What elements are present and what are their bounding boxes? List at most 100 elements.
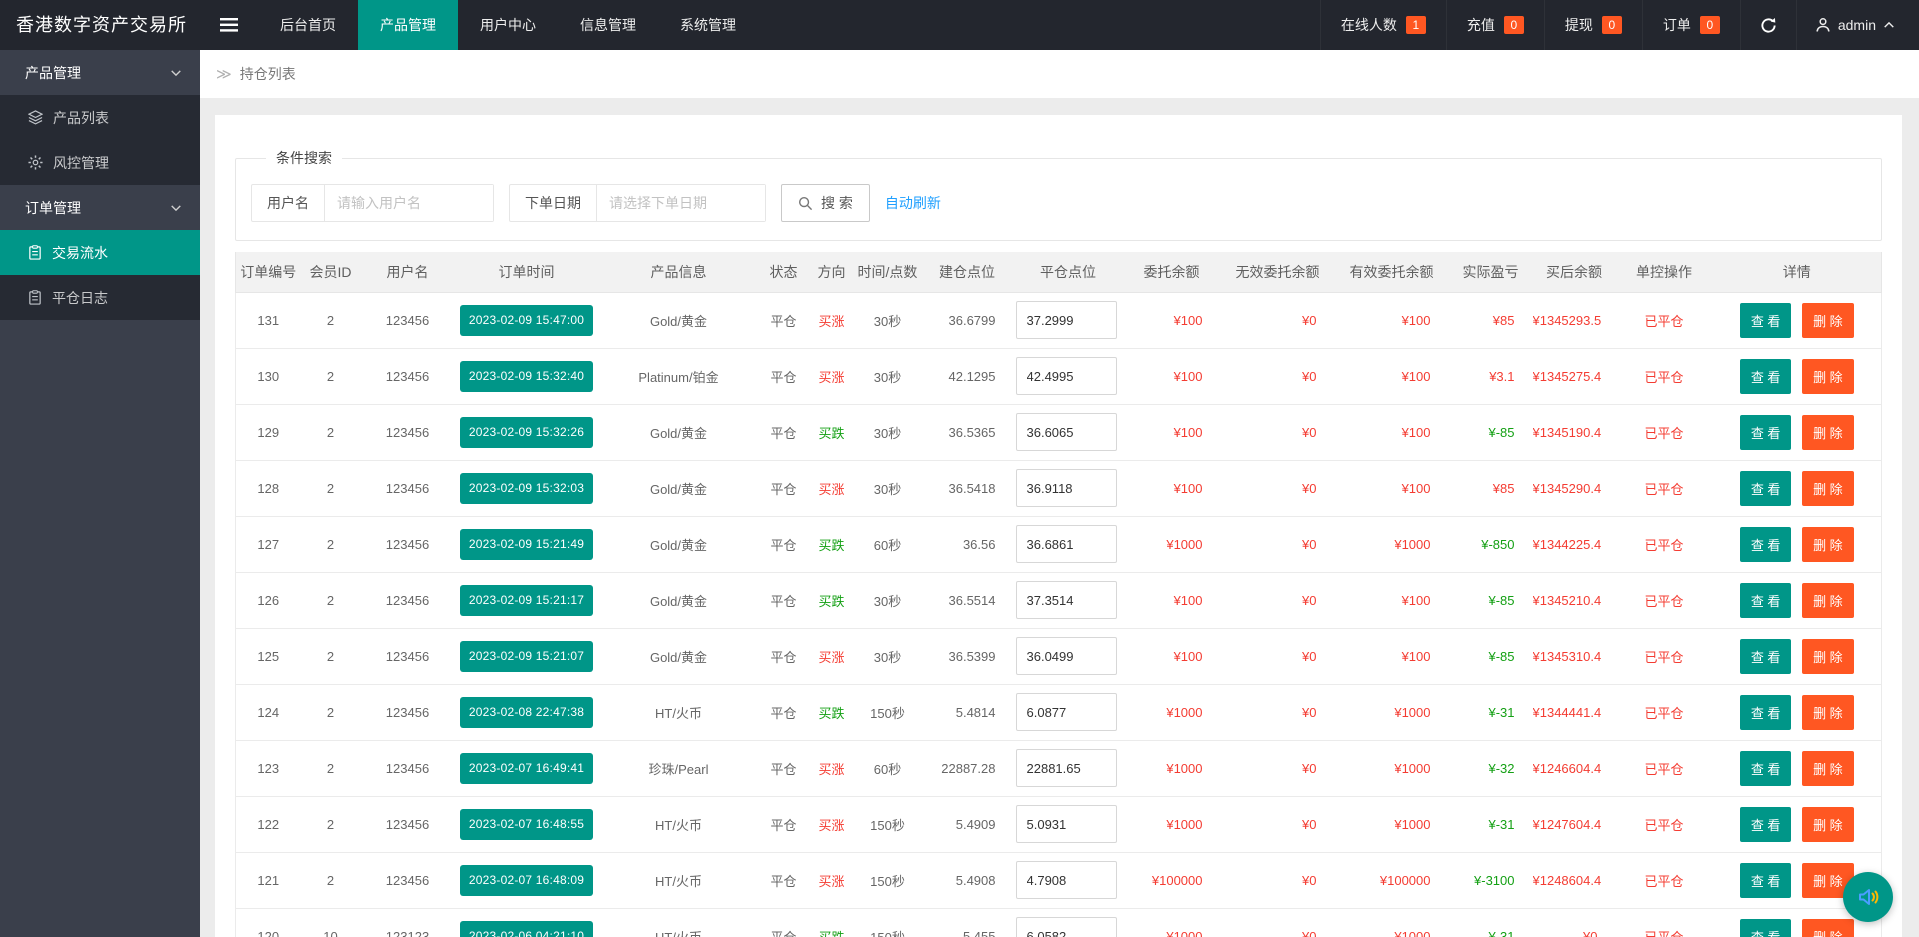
view-button[interactable]: 查 看 (1739, 638, 1792, 674)
view-button[interactable]: 查 看 (1739, 470, 1792, 506)
cell-member-id: 2 (300, 852, 361, 909)
cell-order-time: 2023-02-07 16:48:55 (454, 796, 599, 853)
table-row: 129 2 123456 2023-02-09 15:32:26 Gold/黄金… (235, 404, 1882, 461)
nav-item-info[interactable]: 信息管理 (558, 0, 658, 50)
chevron-down-icon (170, 69, 182, 77)
view-button[interactable]: 查 看 (1739, 806, 1792, 842)
sidebar-item-trade-flow[interactable]: 交易流水 (0, 230, 200, 275)
close-point-input[interactable] (1015, 917, 1117, 937)
username-label: admin (1837, 17, 1876, 33)
sidebar-group-products[interactable]: 产品管理 (0, 50, 200, 95)
order-time-badge[interactable]: 2023-02-09 15:32:40 (459, 360, 594, 392)
cell-order-time: 2023-02-07 16:48:09 (454, 852, 599, 909)
delete-button[interactable]: 删 除 (1802, 694, 1854, 730)
order-time-badge[interactable]: 2023-02-08 22:47:38 (459, 696, 594, 728)
delete-button[interactable]: 删 除 (1802, 918, 1854, 937)
order-time-badge[interactable]: 2023-02-09 15:21:07 (459, 640, 594, 672)
view-button[interactable]: 查 看 (1739, 414, 1792, 450)
stat-orders[interactable]: 订单 0 (1641, 0, 1740, 50)
close-point-input[interactable] (1015, 525, 1117, 563)
cell-actions: 查 看 删 除 (1712, 292, 1882, 349)
sidebar-group-products-label: 产品管理 (25, 64, 81, 81)
order-time-badge[interactable]: 2023-02-06 04:21:10 (459, 920, 594, 937)
cell-balance-after: ¥1248604.4 (1532, 852, 1616, 909)
order-date-input[interactable] (597, 185, 765, 221)
order-time-badge[interactable]: 2023-02-07 16:49:41 (459, 752, 594, 784)
delete-button[interactable]: 删 除 (1802, 638, 1854, 674)
delete-button[interactable]: 删 除 (1802, 582, 1854, 618)
close-point-input[interactable] (1015, 581, 1117, 619)
nav-item-products[interactable]: 产品管理 (358, 0, 458, 50)
cell-order-id: 129 (235, 404, 301, 461)
close-point-input[interactable] (1015, 749, 1117, 787)
cell-invalid-entrust: ¥0 (1220, 348, 1335, 405)
delete-button[interactable]: 删 除 (1802, 358, 1854, 394)
close-point-input[interactable] (1015, 413, 1117, 451)
cell-product: Gold/黄金 (598, 516, 759, 573)
view-button[interactable]: 查 看 (1739, 358, 1792, 394)
close-point-input[interactable] (1015, 469, 1117, 507)
delete-button[interactable]: 删 除 (1802, 806, 1854, 842)
main-content: 条件搜索 用户名 下单日期 搜 索 自动刷新 (200, 98, 1919, 937)
close-point-input[interactable] (1015, 693, 1117, 731)
cell-status: 平仓 (758, 348, 809, 405)
close-point-input[interactable] (1015, 861, 1117, 899)
delete-button[interactable]: 删 除 (1802, 470, 1854, 506)
cell-valid-entrust: ¥1000 (1334, 516, 1449, 573)
nav-item-dashboard[interactable]: 后台首页 (258, 0, 358, 50)
delete-button[interactable]: 删 除 (1802, 302, 1854, 338)
hamburger-menu-button[interactable] (200, 0, 258, 50)
sidebar-item-close-log[interactable]: 平仓日志 (0, 275, 200, 320)
cell-profit: ¥-85 (1448, 572, 1533, 629)
hamburger-icon (220, 18, 238, 32)
order-time-badge[interactable]: 2023-02-09 15:32:26 (459, 416, 594, 448)
view-button[interactable]: 查 看 (1739, 862, 1792, 898)
sidebar-group-orders[interactable]: 订单管理 (0, 185, 200, 230)
order-time-badge[interactable]: 2023-02-09 15:21:49 (459, 528, 594, 560)
stat-deposits[interactable]: 充值 0 (1445, 0, 1544, 50)
delete-button[interactable]: 删 除 (1802, 414, 1854, 450)
breadcrumb: ≫ 持仓列表 (200, 50, 1919, 98)
cell-close-point (1013, 684, 1123, 741)
username-filter-label: 用户名 (252, 185, 325, 221)
cell-order-time: 2023-02-06 04:21:10 (454, 908, 599, 937)
sidebar-item-risk-control[interactable]: 风控管理 (0, 140, 200, 185)
stat-withdrawals[interactable]: 提现 0 (1543, 0, 1642, 50)
view-button[interactable]: 查 看 (1739, 526, 1792, 562)
cell-profit: ¥-85 (1448, 628, 1533, 685)
cell-entrust-balance: ¥100000 (1122, 852, 1221, 909)
username-input[interactable] (325, 185, 493, 221)
close-point-input[interactable] (1015, 637, 1117, 675)
view-button[interactable]: 查 看 (1739, 694, 1792, 730)
cell-invalid-entrust: ¥0 (1220, 796, 1335, 853)
close-point-input[interactable] (1015, 357, 1117, 395)
view-button[interactable]: 查 看 (1739, 750, 1792, 786)
cell-status: 平仓 (758, 404, 809, 461)
view-button[interactable]: 查 看 (1739, 918, 1792, 937)
cell-product: HT/火币 (598, 908, 759, 937)
search-button[interactable]: 搜 索 (781, 184, 870, 222)
nav-item-system[interactable]: 系统管理 (658, 0, 758, 50)
delete-button[interactable]: 删 除 (1802, 526, 1854, 562)
user-menu[interactable]: admin (1795, 0, 1919, 50)
close-point-input[interactable] (1015, 805, 1117, 843)
order-time-badge[interactable]: 2023-02-09 15:32:03 (459, 472, 594, 504)
refresh-button[interactable] (1739, 0, 1796, 50)
announcement-float-button[interactable] (1843, 872, 1893, 922)
cell-control-status: 已平仓 (1615, 404, 1713, 461)
cell-username: 123456 (360, 684, 455, 741)
order-time-badge[interactable]: 2023-02-07 16:48:55 (459, 808, 594, 840)
stat-online-users[interactable]: 在线人数 1 (1319, 0, 1446, 50)
order-time-badge[interactable]: 2023-02-07 16:48:09 (459, 864, 594, 896)
delete-button[interactable]: 删 除 (1802, 750, 1854, 786)
cell-invalid-entrust: ¥0 (1220, 572, 1335, 629)
order-time-badge[interactable]: 2023-02-09 15:21:17 (459, 584, 594, 616)
close-point-input[interactable] (1015, 301, 1117, 339)
order-time-badge[interactable]: 2023-02-09 15:47:00 (459, 304, 594, 336)
view-button[interactable]: 查 看 (1739, 302, 1792, 338)
sidebar-item-product-list[interactable]: 产品列表 (0, 95, 200, 140)
view-button[interactable]: 查 看 (1739, 582, 1792, 618)
cell-direction: 买涨 (808, 740, 855, 797)
auto-refresh-link[interactable]: 自动刷新 (885, 193, 941, 213)
nav-item-users[interactable]: 用户中心 (458, 0, 558, 50)
